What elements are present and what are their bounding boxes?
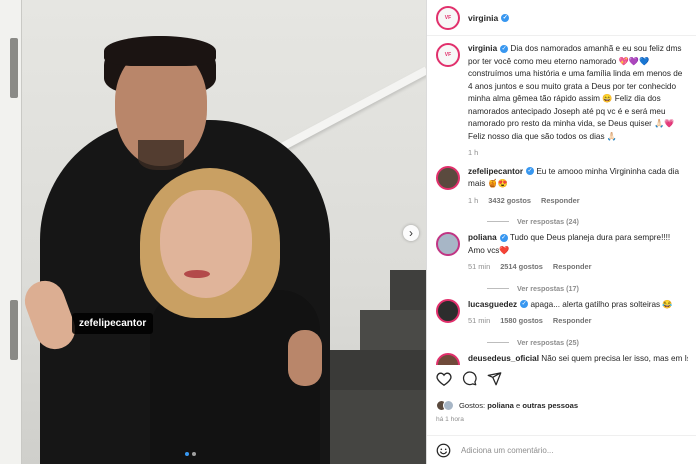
caption-username[interactable]: virginia: [468, 44, 497, 53]
carousel-dots: [185, 452, 196, 456]
author-username-text[interactable]: virginia: [468, 13, 498, 23]
view-replies-label[interactable]: Ver respostas (17): [517, 284, 579, 293]
comment-username[interactable]: zefelipecantor: [468, 167, 523, 176]
user-tag[interactable]: zefelipecantor: [72, 313, 154, 334]
comment-time: 1 h: [468, 195, 479, 205]
liker-username[interactable]: poliana: [487, 401, 514, 410]
post-actions: Gostos: poliana e outras pessoas há 1 ho…: [427, 368, 696, 423]
comment-likes[interactable]: 1580 gostos: [500, 315, 543, 328]
author-avatar[interactable]: VF: [436, 5, 460, 30]
comment-input[interactable]: [461, 445, 671, 455]
photo-door: [0, 0, 22, 464]
post-time: há 1 hora: [436, 416, 464, 423]
view-replies-button[interactable]: Ver respostas (24): [487, 217, 696, 226]
commenter-avatar[interactable]: [436, 232, 460, 256]
photo-woman-face: [160, 190, 252, 298]
comment-time: 51 min: [468, 316, 491, 325]
comment-likes[interactable]: 3432 gostos: [488, 195, 531, 208]
carousel-dot: [192, 452, 196, 456]
comment-text: Tudo que Deus planeja dura para sempre!!…: [468, 233, 671, 255]
caption-time: 1 h: [468, 148, 479, 157]
reply-button[interactable]: Responder: [553, 261, 592, 274]
comment-text: Não sei quem precisa ler isso, mas em Is…: [541, 353, 688, 363]
likes-summary[interactable]: Gostos: poliana e outras pessoas: [436, 400, 688, 411]
likes-joiner: e: [516, 401, 521, 410]
view-replies-label[interactable]: Ver respostas (25): [517, 338, 579, 347]
comment-item: poliana ✓ Tudo que Deus planeja dura para…: [427, 226, 696, 274]
caption: VF virginia ✓ Dia dos namorados amanhã e …: [427, 37, 696, 160]
carousel-dot: [185, 452, 189, 456]
liker-avatar: [443, 400, 454, 411]
post-header: VF virginia ✓: [427, 0, 696, 36]
author-avatar[interactable]: VF: [436, 43, 460, 67]
comment-item: lucasguedez ✓ apaga... alerta gatilho pra…: [427, 293, 696, 328]
commenter-avatar[interactable]: [436, 165, 460, 190]
reply-button[interactable]: Responder: [541, 195, 580, 208]
commenter-avatar[interactable]: [436, 352, 460, 365]
photo-man-hair-top: [104, 36, 216, 66]
photo-hand: [288, 330, 322, 386]
comments-list[interactable]: VF virginia ✓ Dia dos namorados amanhã e …: [427, 37, 696, 365]
paper-plane-icon[interactable]: [487, 371, 502, 386]
smiley-icon[interactable]: [436, 443, 451, 458]
caption-text: Dia dos namorados amanhã e eu sou feliz …: [468, 44, 683, 141]
comment-username[interactable]: poliana: [468, 233, 497, 242]
chevron-right-icon[interactable]: ›: [403, 225, 419, 241]
likes-others[interactable]: outras pessoas: [522, 401, 578, 410]
post-side-panel: VF virginia ✓ VF virginia ✓ Dia dos namora…: [426, 0, 696, 464]
comment-bubble-icon[interactable]: [462, 370, 477, 386]
likes-prefix: Gostos:: [459, 401, 486, 410]
view-replies-button[interactable]: Ver respostas (17): [487, 284, 696, 293]
commenter-avatar[interactable]: [436, 298, 460, 323]
verified-icon: ✓: [520, 300, 529, 309]
verified-icon: ✓: [501, 14, 510, 23]
verified-icon: ✓: [500, 44, 509, 53]
photo-man-beard: [138, 140, 184, 170]
verified-icon: ✓: [499, 233, 508, 242]
post-photo[interactable]: zefelipecantor ›: [0, 0, 426, 464]
add-comment-bar: [427, 435, 696, 464]
comment-username[interactable]: lucasguedez: [468, 300, 517, 309]
comment-username[interactable]: deusedeus_oficial: [468, 354, 539, 363]
comment-likes[interactable]: 2514 gostos: [500, 261, 543, 274]
heart-outline-icon[interactable]: [436, 371, 452, 386]
comment-item: zefelipecantor ✓ Eu te amooo minha Virgin…: [427, 160, 696, 208]
reply-button[interactable]: Responder: [553, 315, 592, 328]
photo-hinge: [10, 300, 18, 360]
comment-time: 51 min: [468, 262, 491, 271]
comment-item: deusedeus_oficial Não sei quem precisa l…: [427, 347, 696, 365]
view-replies-button[interactable]: Ver respostas (25): [487, 338, 696, 347]
author-username[interactable]: virginia ✓: [468, 13, 510, 23]
photo-hinge: [10, 38, 18, 98]
comment-text: apaga... alerta gatilho pras solteiras 😂: [530, 299, 673, 309]
view-replies-label[interactable]: Ver respostas (24): [517, 217, 579, 226]
photo-woman-lips: [184, 270, 210, 278]
verified-icon: ✓: [526, 167, 535, 176]
